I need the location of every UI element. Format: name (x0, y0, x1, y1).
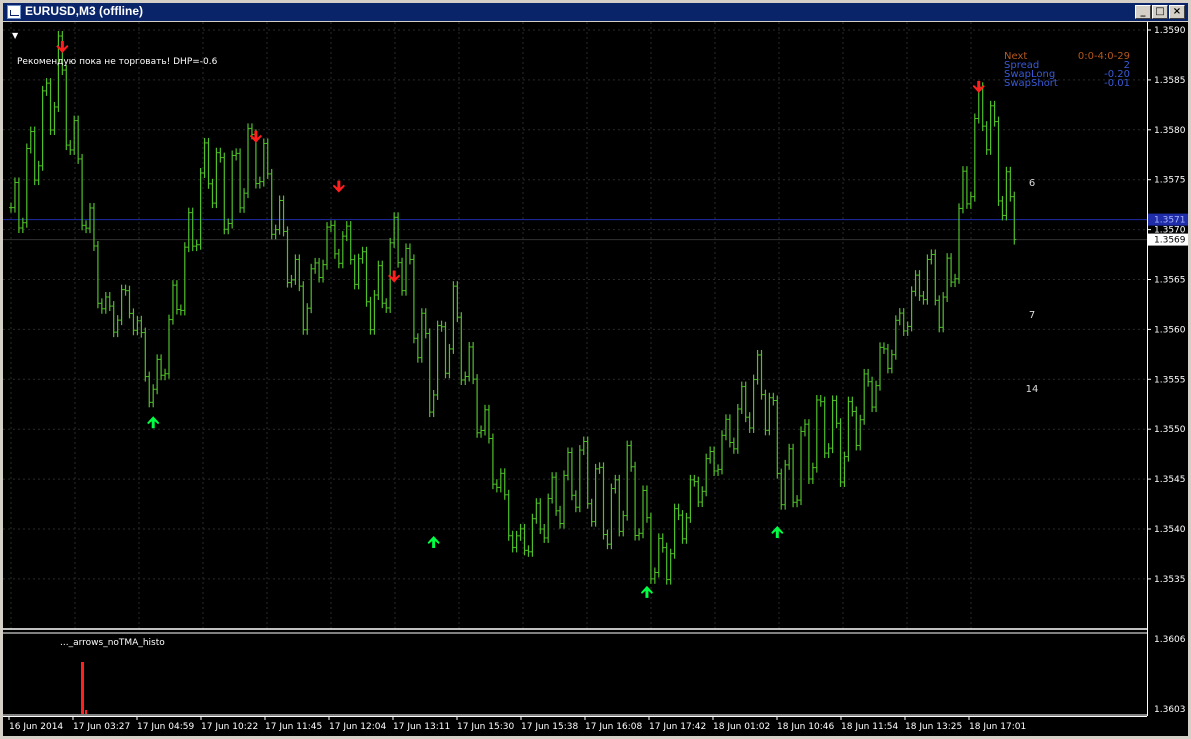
price-chart[interactable]: ▼Рекомендую пока не торговать! DHP=-0.6 N… (3, 22, 1147, 630)
time-label: 17 Jun 16:08 (585, 722, 642, 732)
indicator-subwindow[interactable]: ..._arrows_noTMA_histo (3, 632, 1147, 716)
price-label: 1.3555 (1154, 375, 1186, 385)
time-label: 17 Jun 03:27 (73, 722, 130, 732)
sub-scale-label: 1.3606 (1154, 635, 1186, 645)
info-label: SwapShort (1004, 78, 1058, 89)
time-label: 16 Jun 2014 (9, 722, 63, 732)
current-price-label: 1.3569 (1154, 236, 1186, 246)
window-title: EURUSD,M3 (offline) (25, 4, 143, 18)
sell-arrow-icon-shape (332, 180, 345, 193)
blue-price-label: 1.3571 (1154, 216, 1186, 226)
buy-arrow-icon (427, 536, 440, 548)
buy-arrow-icon (147, 416, 160, 429)
price-label: 1.3585 (1154, 76, 1186, 86)
close-button[interactable]: × (1169, 5, 1185, 19)
time-label: 17 Jun 11:45 (265, 722, 322, 732)
buy-arrow-icon-shape (427, 536, 440, 548)
sub-scale-label: 1.3603 (1154, 705, 1186, 715)
time-scale[interactable]: 16 Jun 2014 17 Jun 03:27 17 Jun 04:59 17 Ju… (3, 716, 1188, 736)
histogram-bar (85, 710, 87, 714)
time-label: 17 Jun 15:30 (457, 722, 514, 732)
buy-arrow-icon-shape (771, 526, 784, 539)
buy-arrow-icon (771, 526, 784, 539)
time-label: 17 Jun 13:11 (393, 722, 450, 732)
title-bar[interactable]: EURUSD,M3 (offline) _ □ × (3, 3, 1188, 21)
minimize-button[interactable]: _ (1135, 5, 1151, 19)
time-label: 18 Jun 01:02 (713, 722, 770, 732)
info-value: 0:0-4:0-29 (1078, 51, 1130, 62)
info-value: -0.01 (1104, 78, 1130, 89)
maximize-button[interactable]: □ (1152, 5, 1168, 19)
time-label: 18 Jun 17:01 (969, 722, 1026, 732)
time-label: 18 Jun 11:54 (841, 722, 898, 732)
time-label: 17 Jun 15:38 (521, 722, 578, 732)
price-label: 1.3575 (1154, 176, 1186, 186)
price-label: 1.3535 (1154, 575, 1186, 585)
time-label: 17 Jun 04:59 (137, 722, 194, 732)
chart-menu-marker-icon[interactable]: ▼ (12, 31, 19, 40)
level-count-label: 6 (1029, 178, 1035, 189)
buy-arrow-icon-shape (147, 416, 160, 429)
recommendation-text: Рекомендую пока не торговать! DHP=-0.6 (17, 57, 218, 67)
time-label: 18 Jun 13:25 (905, 722, 962, 732)
level-count-label: 14 (1026, 384, 1039, 395)
chart-window-icon (7, 5, 21, 19)
level-count-label: 7 (1029, 310, 1035, 321)
time-label: 17 Jun 12:04 (329, 722, 386, 732)
price-label: 1.3565 (1154, 276, 1186, 286)
indicator-name-label: ..._arrows_noTMA_histo (60, 638, 165, 648)
histogram-bar (81, 662, 84, 714)
sell-arrow-icon (332, 180, 345, 193)
price-label: 1.3550 (1154, 425, 1186, 435)
price-label: 1.3560 (1154, 325, 1186, 335)
price-label: 1.3540 (1154, 525, 1186, 535)
price-label: 1.3590 (1154, 26, 1186, 36)
price-label: 1.3545 (1154, 475, 1186, 485)
price-label: 1.3580 (1154, 126, 1186, 136)
time-label: 17 Jun 17:42 (649, 722, 706, 732)
price-scale[interactable]: 1.35901.35851.35801.35751.35701.35651.35… (1147, 22, 1188, 716)
time-label: 18 Jun 10:46 (777, 722, 834, 732)
chart-canvas[interactable]: ▼ Рекомендую пока не торговать! DHP=-0.6 N… (3, 22, 1188, 736)
terminal-window: EURUSD,M3 (offline) _ □ × ▼ Рекомендую по… (0, 0, 1191, 739)
time-label: 17 Jun 10:22 (201, 722, 258, 732)
